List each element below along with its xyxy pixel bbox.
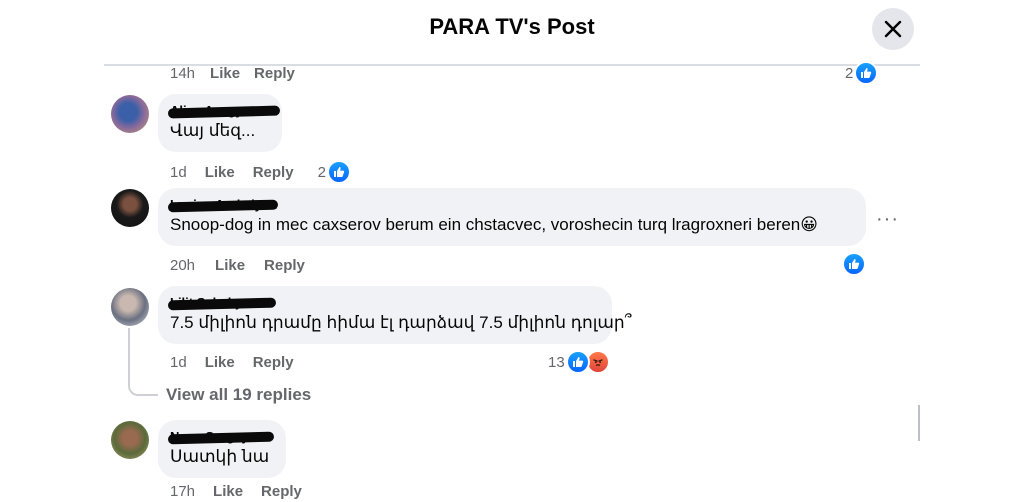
scrollbar[interactable] xyxy=(918,405,920,441)
comment-time[interactable]: 1d xyxy=(170,164,187,181)
avatar[interactable] xyxy=(111,95,149,133)
comment-text: Snoop-dog in mec caxserov berum ein chst… xyxy=(170,215,818,234)
comment-text: Վայ մեզ... xyxy=(170,121,256,140)
reaction-count: 13 xyxy=(548,353,565,371)
redaction-mark xyxy=(167,297,277,311)
comment-meta: 1d Like Reply 2 xyxy=(170,160,351,184)
comment-bubble: Lilit Sahakyan 7.5 միլիոն դրամը հիմա էլ … xyxy=(158,286,632,344)
avatar[interactable] xyxy=(111,189,149,227)
redaction-mark xyxy=(167,105,281,119)
comment-meta: 20h Like Reply xyxy=(170,257,305,274)
like-reaction-icon xyxy=(854,61,879,85)
reply-button[interactable]: Reply xyxy=(253,354,294,371)
avatar[interactable] xyxy=(111,288,149,326)
close-button[interactable] xyxy=(872,8,914,50)
reaction-count: 2 xyxy=(845,64,854,82)
like-button[interactable]: Like xyxy=(205,164,235,181)
reply-thread-line xyxy=(128,328,158,396)
comment-time[interactable]: 20h xyxy=(170,257,195,274)
comment-meta: 17h Like Reply xyxy=(170,483,302,500)
reaction-count[interactable]: 2 xyxy=(318,164,326,181)
reaction-summary[interactable]: 13 xyxy=(548,350,610,374)
comment-author[interactable]: Lilit Sahakyan xyxy=(167,294,600,312)
like-button[interactable]: Like xyxy=(210,65,240,82)
reply-button[interactable]: Reply xyxy=(264,257,305,274)
comment-meta: 1d Like Reply xyxy=(170,354,294,371)
reply-button[interactable]: Reply xyxy=(261,483,302,500)
close-icon xyxy=(884,20,902,38)
comment-bubble: Lusine Arakelyan Snoop-dog in mec caxser… xyxy=(158,188,866,246)
comment-bubble: Nana Sargsyan Սատկի նա xyxy=(158,420,286,478)
comment-author[interactable]: Lusine Arakelyan xyxy=(167,196,854,214)
comment-text: 7.5 միլիոն դրամը հիմա էլ դարձավ 7.5 միլի… xyxy=(170,313,632,332)
dialog-header: PARA TV's Post xyxy=(0,0,1024,64)
like-reaction-icon xyxy=(326,160,351,184)
grinning-emoji: 😀 xyxy=(800,215,818,234)
comment-time[interactable]: 14h xyxy=(170,65,195,82)
like-button[interactable]: Like xyxy=(205,354,235,371)
comment-text: Սատկի նա xyxy=(170,447,270,466)
more-options-button[interactable]: ··· xyxy=(876,208,899,231)
comment-meta: 14h Like Reply xyxy=(170,65,295,82)
comment-time[interactable]: 17h xyxy=(170,483,195,500)
comment-time[interactable]: 1d xyxy=(170,354,187,371)
view-replies-link[interactable]: View all 19 replies xyxy=(166,385,311,405)
reply-button[interactable]: Reply xyxy=(254,65,295,82)
like-button[interactable]: Like xyxy=(215,257,245,274)
comment-bubble: Alice Avagyan Վայ մեզ... xyxy=(158,94,282,152)
like-reaction-icon xyxy=(565,350,590,374)
dialog-title: PARA TV's Post xyxy=(429,14,595,39)
reaction-summary[interactable]: 2 xyxy=(845,61,879,85)
like-button[interactable]: Like xyxy=(213,483,243,500)
reply-button[interactable]: Reply xyxy=(253,164,294,181)
avatar[interactable] xyxy=(111,421,149,459)
comment-author[interactable]: Alice Avagyan xyxy=(167,102,281,120)
comment-author[interactable]: Nana Sargsyan xyxy=(167,428,275,446)
like-reaction-icon[interactable] xyxy=(842,252,866,276)
